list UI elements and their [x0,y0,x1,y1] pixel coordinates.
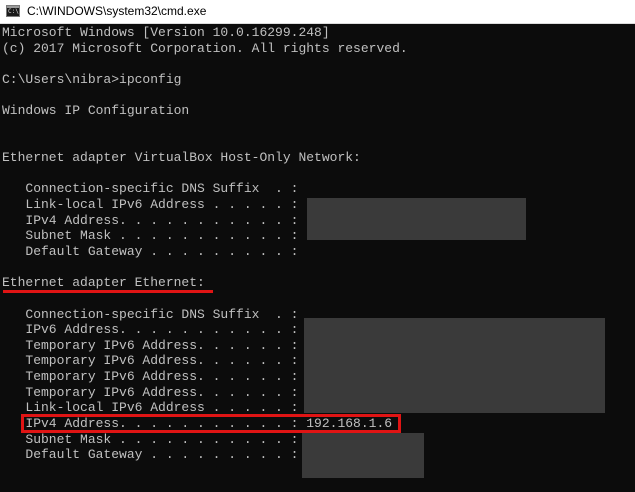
console-line: Windows IP Configuration [2,103,190,119]
console-line: Microsoft Windows [Version 10.0.16299.24… [2,25,330,40]
console-window-icon: C:\ [6,5,20,17]
console-icon-glyph: C:\ [8,8,19,15]
redacted-ethernet-ipv6-values [304,318,605,413]
console-line: Ethernet adapter VirtualBox Host-Only Ne… [2,150,361,166]
redacted-virtualbox-values [307,198,526,240]
redacted-ethernet-gateway-values [302,433,424,478]
cmd-window: C:\ C:\WINDOWS\system32\cmd.exe Microsof… [0,0,635,492]
console-line: C:\Users\nibra>ipconfig [2,71,182,87]
window-title: C:\WINDOWS\system32\cmd.exe [27,4,207,18]
console-line: Default Gateway . . . . . . . . . : [2,243,299,259]
ipv4-address-highlight-box [21,414,401,433]
console-line: (c) 2017 Microsoft Corporation. All righ… [2,40,408,56]
title-bar[interactable]: C:\ C:\WINDOWS\system32\cmd.exe [0,0,635,24]
console-line: Ethernet adapter Ethernet: [2,275,205,291]
console-line: Connection-specific DNS Suffix . : [2,181,299,197]
ethernet-adapter-underline [3,290,213,293]
